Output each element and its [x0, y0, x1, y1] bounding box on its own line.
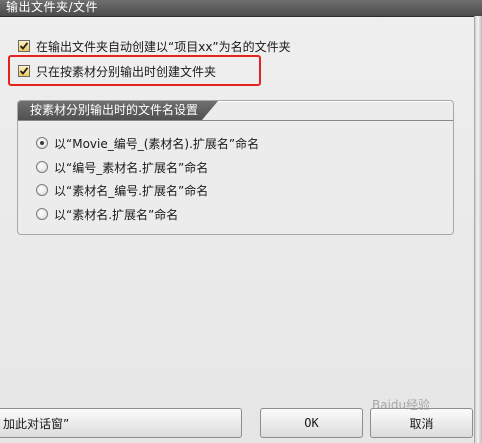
watermark: Baidu经验	[372, 398, 431, 412]
radio-button[interactable]	[36, 208, 48, 220]
red-highlight-box	[8, 55, 261, 86]
cancel-button-label: 取消	[409, 416, 434, 431]
radio-button[interactable]	[36, 161, 48, 173]
naming-option-material-only[interactable]: 以“素材名.扩展名”命名	[36, 205, 178, 223]
radio-label: 以“Movie_编号_(素材名).扩展名”命名	[54, 136, 260, 151]
radio-button-selected[interactable]	[36, 137, 48, 149]
window-right-edge	[474, 16, 482, 443]
section-header-title: 输出文件夹/文件	[6, 0, 99, 14]
naming-option-number-material[interactable]: 以“编号_素材名.扩展名”命名	[36, 158, 208, 176]
ok-button[interactable]: OK	[260, 408, 363, 438]
checkmark-icon	[19, 42, 29, 50]
section-header-bar: 输出文件夹/文件	[0, 0, 482, 17]
auto-create-folder-option[interactable]: 在输出文件夹自动创建以“项目xx”为名的文件夹	[18, 37, 291, 55]
group-divider	[18, 120, 453, 121]
radio-label: 以“素材名.扩展名”命名	[54, 207, 179, 222]
radio-button[interactable]	[36, 184, 48, 196]
auto-create-folder-checkbox[interactable]	[18, 40, 30, 52]
radio-label: 以“素材名_编号.扩展名”命名	[54, 183, 209, 198]
partial-dialog-button[interactable]: 加此对话窗”	[0, 408, 242, 438]
ok-button-label: OK	[304, 416, 319, 430]
dialog-window: 输出文件夹/文件 在输出文件夹自动创建以“项目xx”为名的文件夹 只在按素材分别…	[0, 0, 482, 443]
naming-option-movie-number-material[interactable]: 以“Movie_编号_(素材名).扩展名”命名	[36, 134, 259, 152]
partial-dialog-button-label: 加此对话窗”	[3, 416, 70, 431]
naming-option-material-number[interactable]: 以“素材名_编号.扩展名”命名	[36, 181, 208, 199]
group-title: 按素材分别输出时的文件名设置	[30, 103, 199, 117]
radio-label: 以“编号_素材名.扩展名”命名	[54, 160, 209, 175]
filename-settings-group: 按素材分别输出时的文件名设置 以“Movie_编号_(素材名).扩展名”命名 以…	[17, 100, 454, 235]
auto-create-folder-label: 在输出文件夹自动创建以“项目xx”为名的文件夹	[36, 39, 291, 54]
